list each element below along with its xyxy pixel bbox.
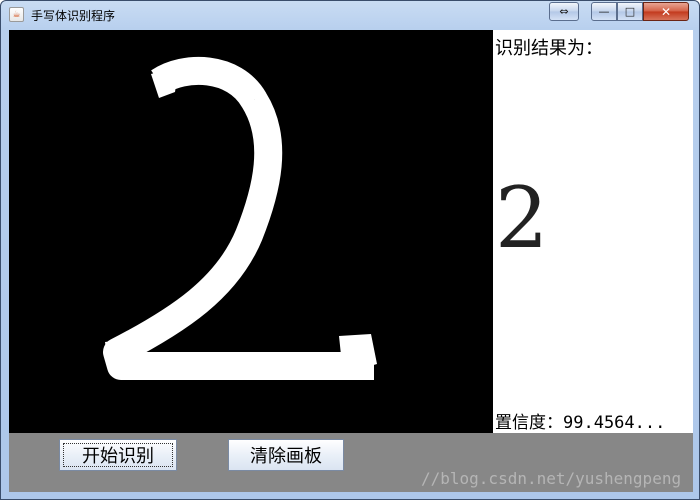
start-recognition-button[interactable]: 开始识别: [59, 439, 177, 471]
recognized-digit: 2: [495, 169, 549, 267]
confidence-text: 置信度：99.4564...: [495, 413, 666, 433]
handwritten-digit-stroke: [103, 57, 377, 380]
result-panel: 识别结果为： 2 置信度：99.4564...: [493, 30, 693, 433]
button-bar: 开始识别 清除画板 //blog.csdn.net/yushengpeng: [9, 433, 693, 492]
clear-canvas-button[interactable]: 清除画板: [228, 439, 344, 471]
client-area: 识别结果为： 2 置信度：99.4564... 开始识别 清除画板 //blog…: [9, 30, 693, 492]
app-window: ☕ 手写体识别程序 ⇔ — □ ✕ 识别结果为： 2 置信度：99.4564..…: [0, 0, 700, 500]
result-label: 识别结果为：: [495, 38, 603, 59]
minimize-button[interactable]: —: [591, 2, 617, 21]
maximize-button[interactable]: □: [617, 2, 643, 21]
resize-button[interactable]: ⇔: [549, 2, 579, 21]
close-button[interactable]: ✕: [643, 2, 689, 21]
title-bar[interactable]: ☕ 手写体识别程序 ⇔ — □ ✕: [1, 1, 699, 29]
java-app-icon: ☕: [9, 7, 24, 22]
window-title: 手写体识别程序: [31, 9, 116, 23]
watermark-text: //blog.csdn.net/yushengpeng: [421, 469, 682, 488]
drawing-canvas[interactable]: [9, 30, 493, 433]
